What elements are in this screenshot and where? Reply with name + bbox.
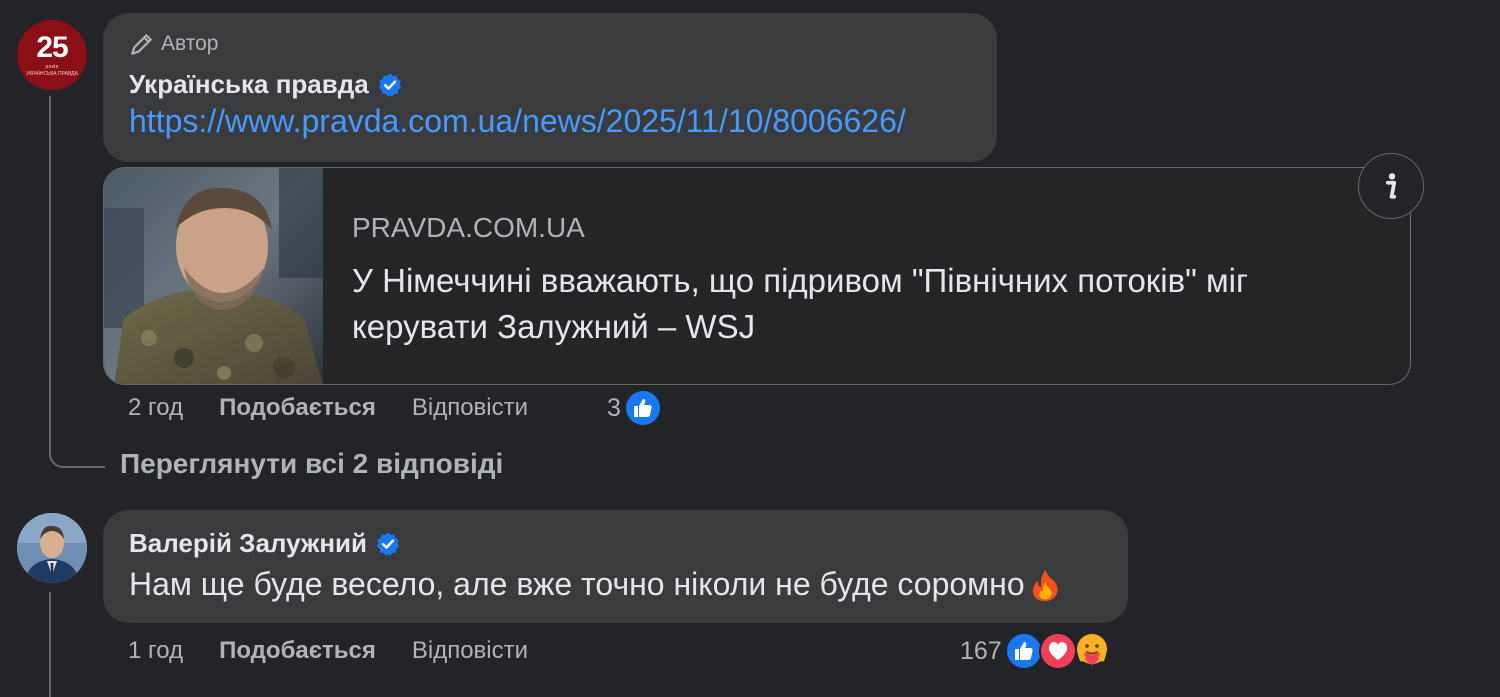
- author-badge: Автор: [129, 31, 218, 57]
- comment-text: Нам ще буде весело, але вже точно ніколи…: [129, 566, 1061, 603]
- comment-bubble: Автор Українська правда https://www.prav…: [103, 13, 997, 162]
- preview-title: У Німеччині вважають, що підривом "Півні…: [352, 262, 1249, 345]
- comment-actions: 1 год Подобається Відповісти: [128, 633, 528, 669]
- view-replies-link[interactable]: Переглянути всі 2 відповіді: [120, 448, 503, 480]
- like-button[interactable]: Подобається: [219, 394, 376, 422]
- author-name-link[interactable]: Українська правда: [129, 69, 369, 100]
- verified-badge-icon: [376, 532, 400, 556]
- avatar-logo-number: 25: [36, 30, 68, 64]
- thread-connector-line: [49, 96, 105, 468]
- avatar-logo-subtitle: років: [45, 63, 59, 70]
- comment-author: Валерій Залужний: [129, 528, 401, 559]
- verified-badge-icon: [378, 73, 401, 97]
- info-icon: [1385, 173, 1397, 199]
- profile-photo-image: [17, 513, 87, 583]
- like-reaction-icon: [623, 389, 662, 427]
- comment-author: Українська правда: [129, 69, 403, 100]
- reactions-summary[interactable]: 167: [960, 631, 1112, 671]
- reply-button[interactable]: Відповісти: [412, 394, 528, 422]
- like-button[interactable]: Подобається: [219, 637, 376, 665]
- comment-body: Нам ще буде весело, але вже точно ніколи…: [129, 566, 1025, 602]
- fire-emoji-icon: [1032, 569, 1058, 601]
- comment-bubble: Валерій Залужний Нам ще буде весело, але…: [103, 510, 1128, 623]
- reaction-count: 3: [607, 393, 621, 422]
- avatar-ukrainska-pravda[interactable]: 25 років УКРАЇНСЬКА ПРАВДА: [17, 20, 87, 90]
- preview-info-button[interactable]: [1358, 153, 1424, 219]
- comment-timestamp[interactable]: 2 год: [128, 394, 183, 422]
- reactions-summary[interactable]: 3: [607, 388, 663, 428]
- comments-thread: 25 років УКРАЇНСЬКА ПРАВДА Автор Українс…: [0, 0, 1500, 697]
- preview-domain: PRAVDA.COM.UA: [352, 212, 585, 243]
- pencil-icon: [131, 34, 152, 55]
- reaction-icons: [1004, 631, 1112, 671]
- link-preview-card[interactable]: PRAVDA.COM.UA У Німеччині вважають, що п…: [103, 167, 1411, 385]
- avatar-logo-subtitle-2: УКРАЇНСЬКА ПРАВДА: [26, 70, 78, 77]
- thread-connector-line: [49, 592, 51, 697]
- care-reaction-icon: [1076, 634, 1107, 665]
- author-name-link[interactable]: Валерій Залужний: [129, 528, 367, 559]
- comment-timestamp[interactable]: 1 год: [128, 637, 183, 665]
- reply-button[interactable]: Відповісти: [412, 637, 528, 665]
- avatar-valerii-zaluzhnyi[interactable]: [17, 513, 87, 583]
- comment-actions: 2 год Подобається Відповісти: [128, 390, 528, 426]
- article-thumbnail-image: [104, 168, 323, 384]
- author-badge-label: Автор: [161, 32, 219, 55]
- reaction-count: 167: [960, 636, 1002, 665]
- article-link[interactable]: https://www.pravda.com.ua/news/2025/11/1…: [129, 103, 906, 140]
- reaction-icons: [623, 388, 663, 428]
